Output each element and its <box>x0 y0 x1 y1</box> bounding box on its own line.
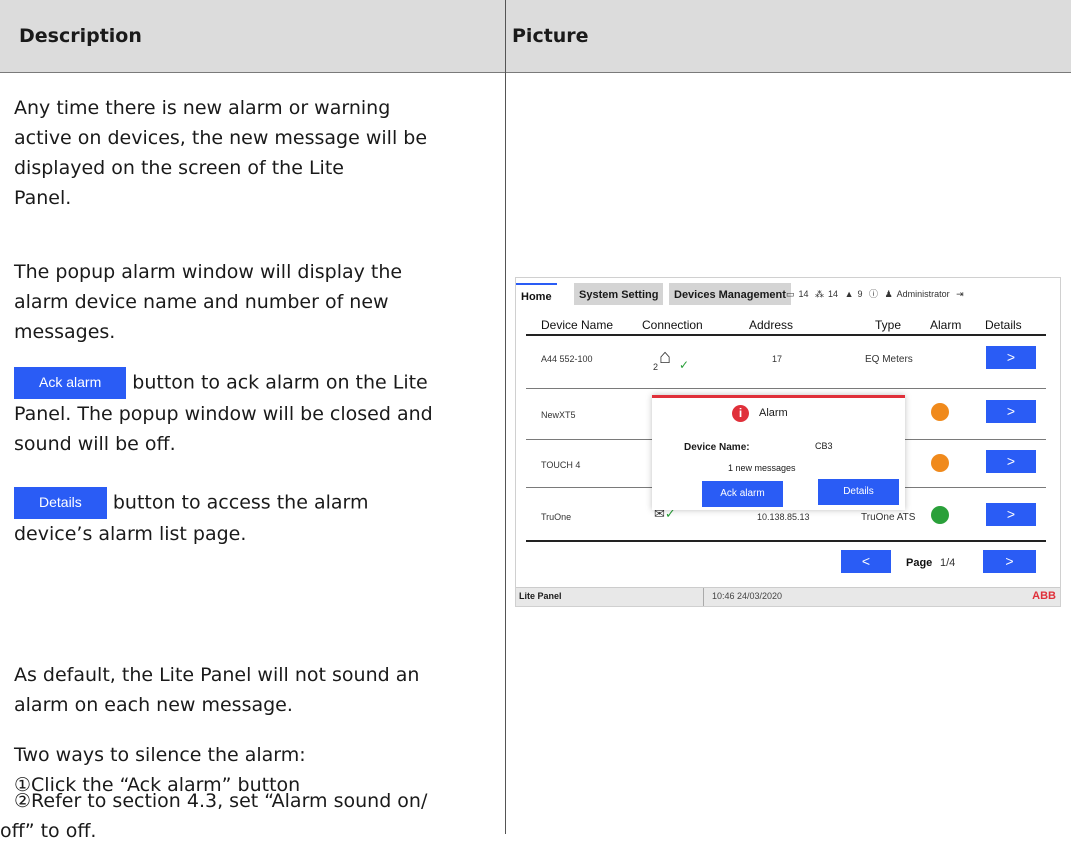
row4-name: TruOne <box>541 512 572 522</box>
abb-logo: ABB <box>1032 590 1056 602</box>
logout-icon[interactable]: ⇥ <box>956 289 964 299</box>
row-divider <box>526 388 1046 389</box>
step-2-line1: ②Refer to section 4.3, set “Alarm sound … <box>14 790 428 812</box>
ack-alarm-button[interactable]: Ack alarm <box>702 481 783 507</box>
paragraph-silence: Two ways to silence the alarm: <box>14 744 306 766</box>
alarm-popup: i Alarm Device Name: CB3 1 new messages … <box>652 395 905 510</box>
column-divider <box>505 0 506 834</box>
footer-app-name: Lite Panel <box>519 591 562 601</box>
row1-name: A44 552-100 <box>541 354 593 364</box>
row1-type: EQ Meters <box>865 354 913 365</box>
row2-name: NewXT5 <box>541 410 576 420</box>
table-header: Description Picture <box>0 0 1071 73</box>
col-connection: Connection <box>642 318 703 332</box>
popup-title: Alarm <box>759 407 788 419</box>
footer-datetime: 10:46 24/03/2020 <box>712 591 783 601</box>
alarm-status-icon <box>931 454 949 472</box>
monitor-icon: ▭ <box>786 289 795 299</box>
header-picture: Picture <box>512 25 589 47</box>
row4-details-button[interactable]: > <box>986 503 1036 526</box>
footer-divider <box>703 588 704 606</box>
row1-details-button[interactable]: > <box>986 346 1036 369</box>
row4-type: TruOne ATS <box>861 512 916 523</box>
status-footer: Lite Panel 10:46 24/03/2020 ABB <box>516 587 1060 606</box>
row1-conn-prefix: 2 <box>653 362 659 372</box>
paragraph-new-alarm: Any time there is new alarm or warning a… <box>14 97 428 209</box>
popup-message: 1 new messages <box>728 463 796 473</box>
page-value: 1/4 <box>940 557 956 569</box>
row3-details-button[interactable]: > <box>986 450 1036 473</box>
header-description: Description <box>19 25 142 47</box>
info-icon: i <box>732 405 749 422</box>
prev-page-button[interactable]: < <box>841 550 891 573</box>
page-label: Page <box>906 557 933 569</box>
paragraph-default: As default, the Lite Panel will not soun… <box>14 664 420 716</box>
paragraph-details: Details button to access the alarm devic… <box>14 487 369 549</box>
connection-icon: ⌂ <box>659 346 672 368</box>
col-details: Details <box>985 318 1022 332</box>
col-address: Address <box>749 318 794 332</box>
row2-details-button[interactable]: > <box>986 400 1036 423</box>
lite-panel-screenshot: Home System Setting Devices Management ▭… <box>515 277 1061 607</box>
details-button-sample: Details <box>14 487 107 519</box>
popup-device-value: CB3 <box>815 441 833 451</box>
col-alarm: Alarm <box>930 318 962 332</box>
col-device-name: Device Name <box>541 318 614 332</box>
tab-system-setting[interactable]: System Setting <box>574 283 664 305</box>
status-bar: ▭ 14 ⁂ 14 ▲ 9 ⓘ ♟ Administrator ⇥ <box>786 289 964 299</box>
tab-devices-management[interactable]: Devices Management <box>669 283 791 305</box>
next-page-button[interactable]: > <box>983 550 1036 573</box>
alarm-status-icon <box>931 506 949 524</box>
row1-address: 17 <box>772 354 783 364</box>
help-icon[interactable]: ⓘ <box>869 289 878 299</box>
step-2-line2: off” to off. <box>0 820 97 842</box>
details-button[interactable]: Details <box>818 479 899 505</box>
row3-name: TOUCH 4 <box>541 460 581 470</box>
paragraph-popup: The popup alarm window will display the … <box>14 261 403 343</box>
check-icon: ✓ <box>679 358 690 372</box>
table-bottom-rule <box>526 540 1046 542</box>
user-icon: ♟ <box>884 289 893 299</box>
step-2: ②Refer to section 4.3, set “Alarm sound … <box>0 786 519 846</box>
bell-icon[interactable]: ▲ <box>845 289 854 299</box>
popup-device-label: Device Name: <box>684 442 750 453</box>
paragraph-ack: Ack alarm button to ack alarm on the Lit… <box>14 367 433 459</box>
devices-icon: ⁂ <box>815 289 825 299</box>
header-rule <box>526 334 1046 336</box>
tab-home[interactable]: Home <box>516 283 557 307</box>
ack-alarm-button-sample: Ack alarm <box>14 367 127 399</box>
row4-address: 10.138.85.13 <box>757 512 810 522</box>
alarm-status-icon <box>931 403 949 421</box>
col-type: Type <box>875 318 902 332</box>
